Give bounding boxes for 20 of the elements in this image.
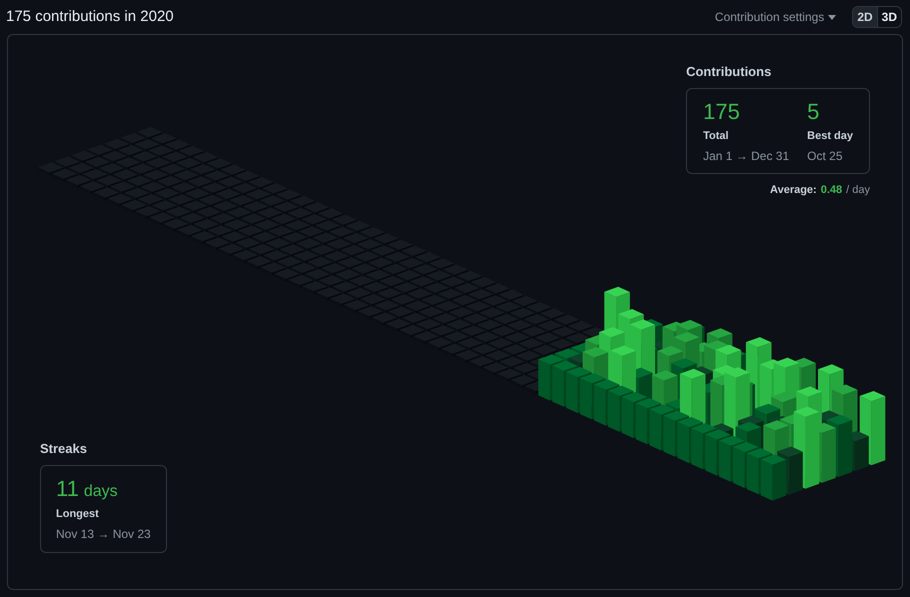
stat-range: Oct 25 <box>807 148 844 165</box>
caret-down-icon <box>828 14 836 20</box>
average-label: Average: <box>770 183 817 198</box>
view-toggle-tab[interactable]: 2D <box>853 7 877 27</box>
stat-label: Best day <box>807 128 853 144</box>
page-title: 175 contributions in 2020 <box>6 6 174 27</box>
contribution-settings-button[interactable]: Contribution settings <box>714 8 836 26</box>
view-toggle-tab[interactable]: 3D <box>876 7 901 27</box>
streaks-heading: Streaks <box>40 440 88 458</box>
average-unit: / day <box>846 183 870 198</box>
streak-unit: days <box>84 484 118 500</box>
streak-label: Longest <box>56 506 100 522</box>
streak-range: Nov 13 → Nov 23 <box>56 526 151 543</box>
stat-value: 175 <box>703 98 741 124</box>
streak-value: 11 <box>56 478 79 500</box>
contributions-heading: Contributions <box>686 63 772 81</box>
stat-value: 5 <box>807 98 820 124</box>
stat-range: Jan 1 → Dec 31 <box>703 148 790 165</box>
average-value: 0.48 <box>820 183 842 198</box>
stat-label: Total <box>703 128 730 144</box>
